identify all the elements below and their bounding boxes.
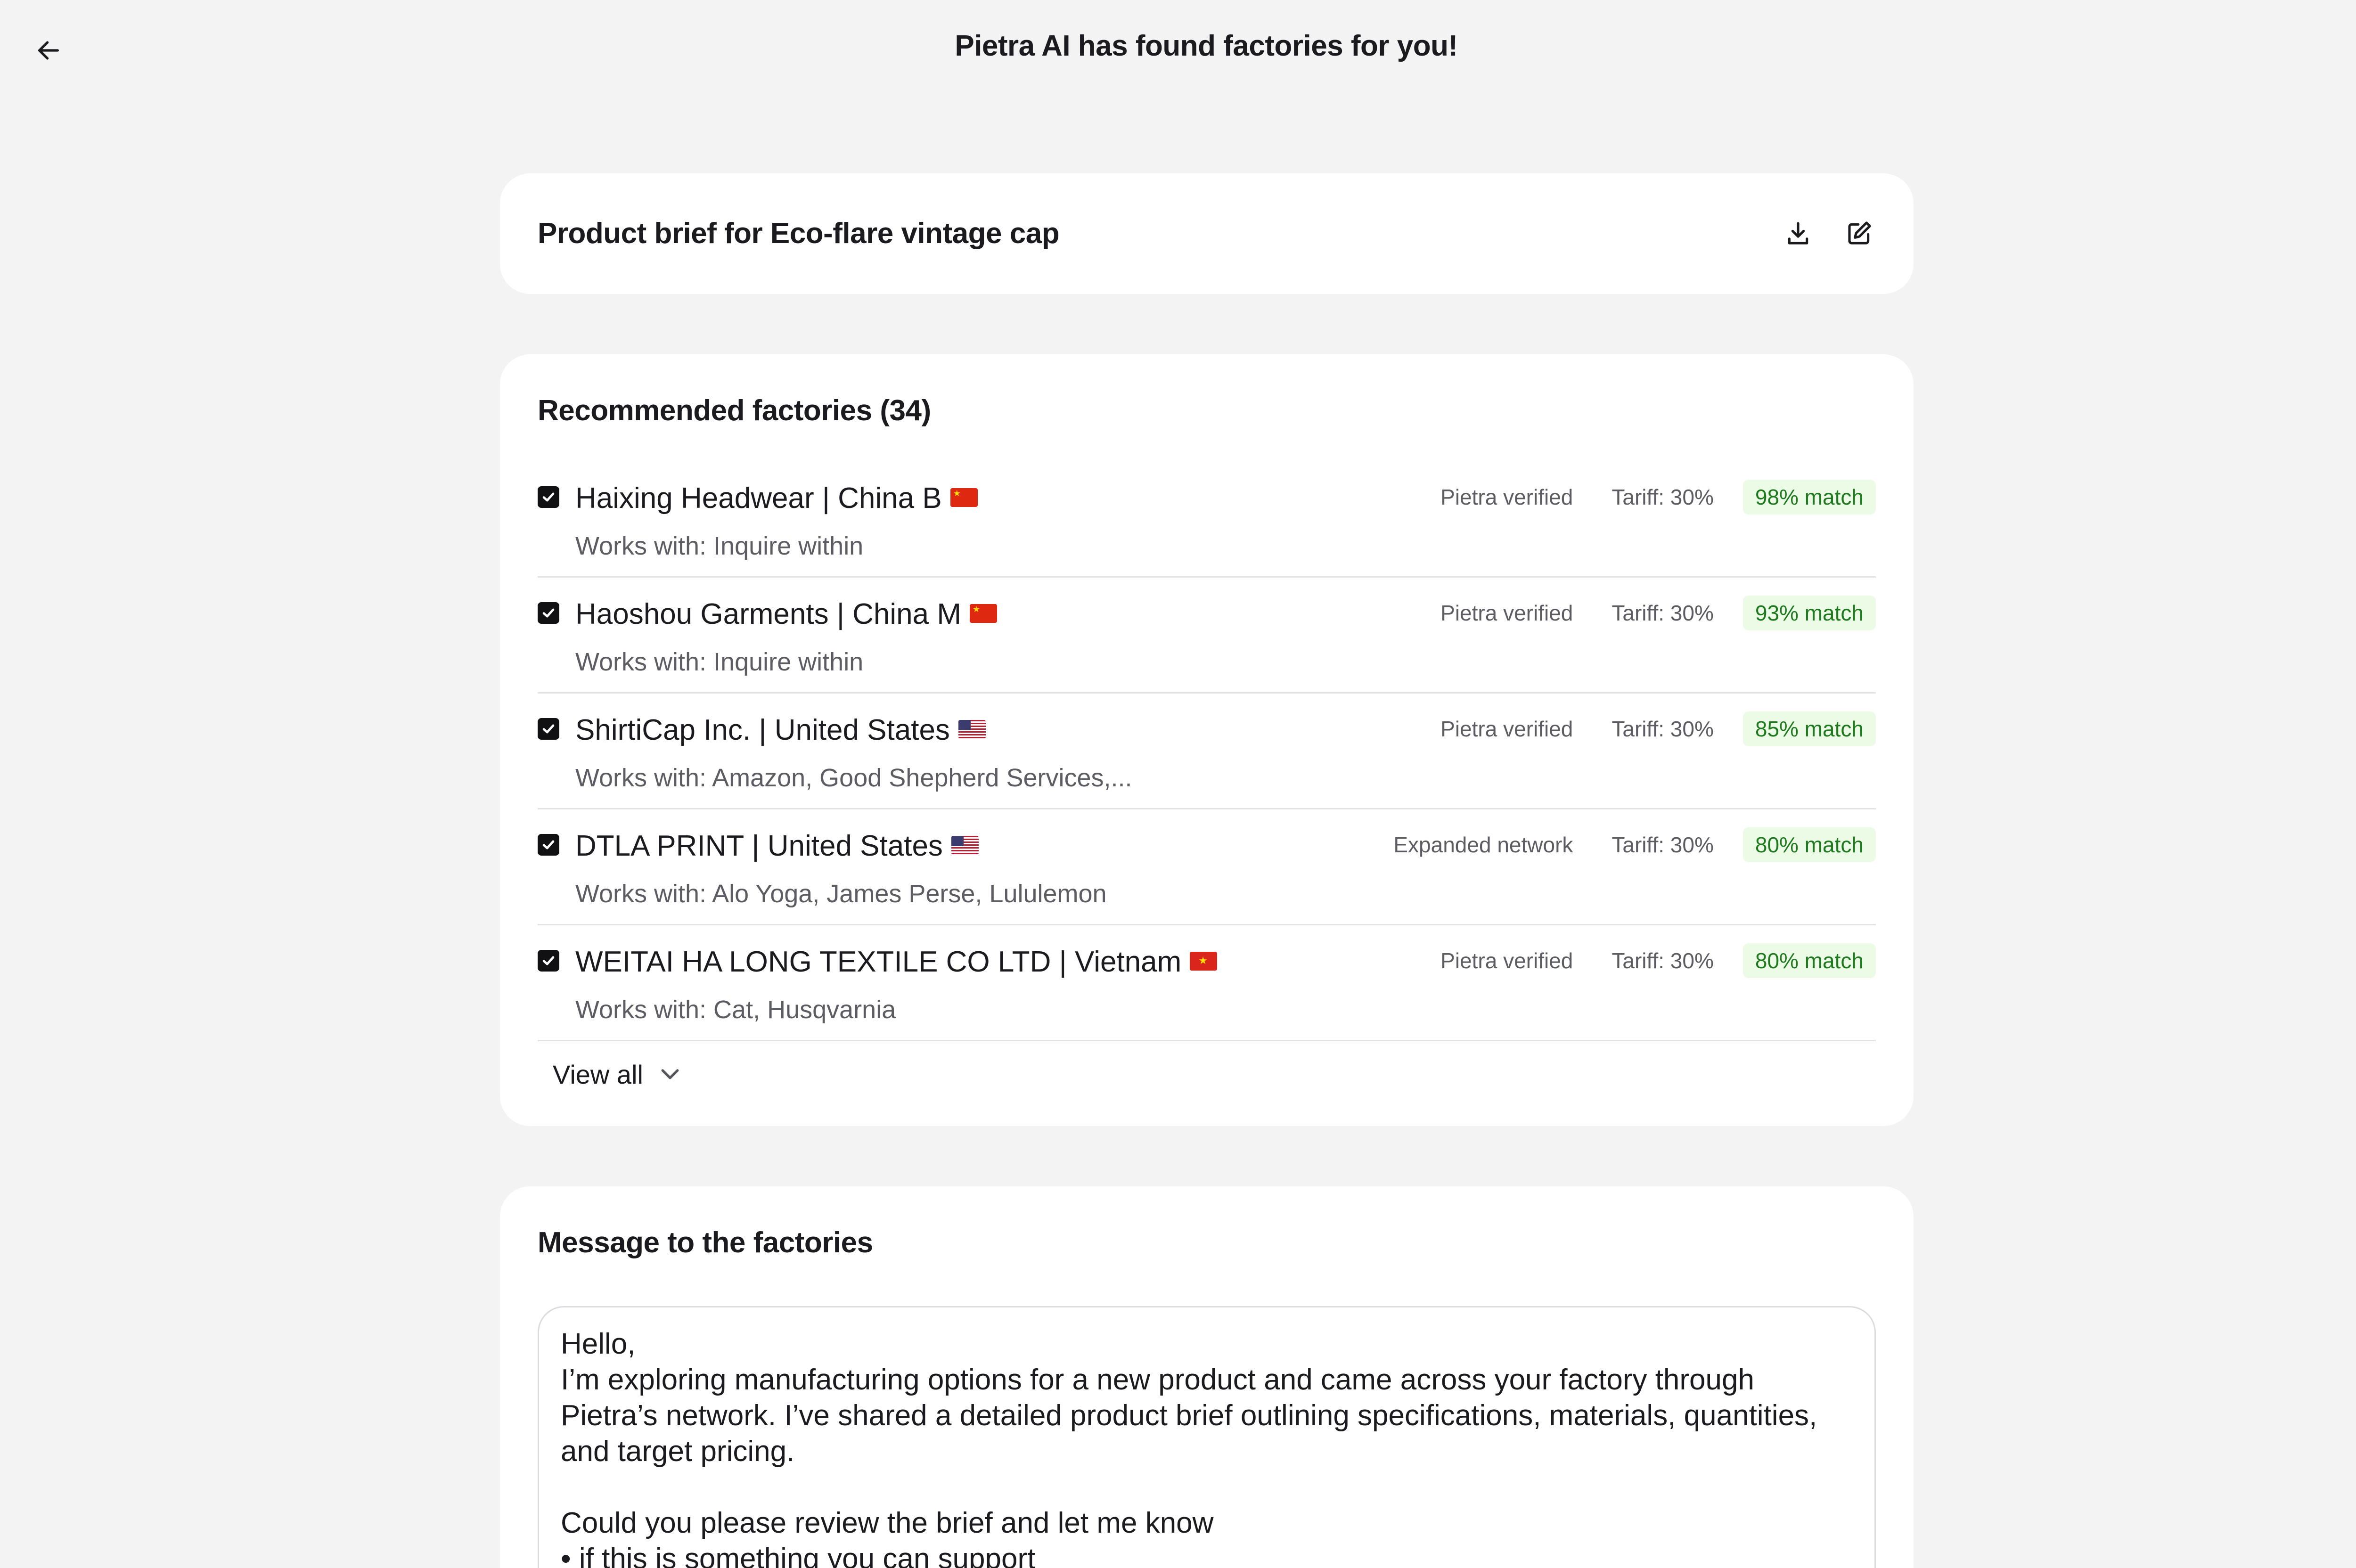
factory-name: WEITAI HA LONG TEXTILE CO LTD | Vietnam [575,946,1182,978]
message-title: Message to the factories [538,1226,873,1259]
factory-name: ShirtiCap Inc. | United States [575,714,950,746]
download-button[interactable] [1782,217,1815,250]
edit-button[interactable] [1843,217,1876,250]
factory-row: ShirtiCap Inc. | United States Works wit… [538,694,1876,809]
factory-status: Pietra verified [1440,601,1573,625]
brief-actions [1782,217,1876,250]
factory-meta: Pietra verified Tariff: 30% 93% match [1440,596,1876,630]
factory-name: DTLA PRINT | United States [575,830,943,862]
recommended-factories-title: Recommended factories (34) [538,394,931,427]
recommended-factories-card: Recommended factories (34) Haixing Headw… [500,354,1914,1126]
factory-name-line[interactable]: WEITAI HA LONG TEXTILE CO LTD | Vietnam ★ [575,945,1218,979]
view-all-button[interactable]: View all [553,1059,683,1090]
chevron-down-icon [661,1069,679,1079]
product-brief-card: Product brief for Eco-flare vintage cap [500,173,1914,294]
factory-name-line[interactable]: Haoshou Garments | China M ★ [575,597,998,631]
factory-name-line[interactable]: DTLA PRINT | United States [575,829,979,863]
factory-row: Haixing Headwear | China B ★ Works with: … [538,462,1876,578]
factory-meta: Pietra verified Tariff: 30% 98% match [1440,480,1876,514]
match-badge: 80% match [1742,827,1876,862]
factory-works-with: Works with: Inquire within [575,532,864,560]
checkmark-icon [542,608,555,618]
factory-tariff: Tariff: 30% [1612,833,1714,857]
checkmark-icon [542,492,555,502]
factory-checkbox[interactable] [538,950,559,972]
flag-canton [958,719,971,730]
message-textarea[interactable]: Hello, I’m exploring manufacturing optio… [538,1306,1876,1568]
match-badge: 85% match [1742,711,1876,746]
edit-icon [1848,221,1871,245]
factory-name-line[interactable]: ShirtiCap Inc. | United States [575,713,986,747]
page-title: Pietra AI has found factories for you! [955,30,1458,62]
factory-status: Pietra verified [1440,485,1573,509]
factory-tariff: Tariff: 30% [1612,717,1714,741]
factory-works-with: Works with: Amazon, Good Shepherd Servic… [575,764,1132,792]
match-badge: 80% match [1742,943,1876,978]
vietnam-flag-icon: ★ [1190,951,1218,971]
china-flag-icon: ★ [950,488,978,507]
factory-status: Expanded network [1393,833,1573,857]
factory-tariff: Tariff: 30% [1612,485,1714,509]
checkmark-icon [542,956,555,965]
factory-checkbox[interactable] [538,486,559,508]
china-flag-icon: ★ [970,604,998,623]
factory-row: WEITAI HA LONG TEXTILE CO LTD | Vietnam ★… [538,925,1876,1041]
factory-works-with: Works with: Inquire within [575,648,864,676]
match-badge: 93% match [1742,596,1876,630]
factory-meta: Pietra verified Tariff: 30% 80% match [1440,943,1876,978]
flag-star: ★ [953,488,961,498]
factory-checkbox[interactable] [538,602,559,624]
page: Pietra AI has found factories for you! P… [0,0,2356,1568]
flag-canton [951,835,964,846]
factory-works-with: Works with: Cat, Husqvarnia [575,996,896,1024]
factory-tariff: Tariff: 30% [1612,601,1714,625]
product-brief-title: Product brief for Eco-flare vintage cap [538,217,1060,250]
factory-row: DTLA PRINT | United States Works with: A… [538,809,1876,925]
factory-meta: Pietra verified Tariff: 30% 85% match [1440,711,1876,746]
us-flag-icon [951,835,979,855]
factory-works-with: Works with: Alo Yoga, James Perse, Lulul… [575,880,1107,908]
factory-list: Haixing Headwear | China B ★ Works with: … [538,462,1876,1041]
factory-status: Pietra verified [1440,948,1573,973]
download-icon [1788,222,1808,245]
checkmark-icon [542,724,555,734]
factory-name: Haixing Headwear | China B [575,482,942,514]
factory-checkbox[interactable] [538,834,559,856]
checkmark-icon [542,840,555,849]
us-flag-icon [958,719,986,739]
factory-tariff: Tariff: 30% [1612,948,1714,973]
factory-name-line[interactable]: Haixing Headwear | China B ★ [575,482,978,515]
factory-checkbox[interactable] [538,718,559,740]
view-all-label: View all [553,1060,643,1089]
factory-row: Haoshou Garments | China M ★ Works with: … [538,578,1876,694]
top-bar: Pietra AI has found factories for you! [0,0,2356,99]
flag-star: ★ [973,604,981,614]
message-card: Message to the factories Hello, I’m expl… [500,1186,1914,1568]
match-badge: 98% match [1742,480,1876,514]
factory-meta: Expanded network Tariff: 30% 80% match [1393,827,1876,862]
flag-star: ★ [1198,955,1208,967]
factory-name: Haoshou Garments | China M [575,598,962,630]
factory-status: Pietra verified [1440,717,1573,741]
